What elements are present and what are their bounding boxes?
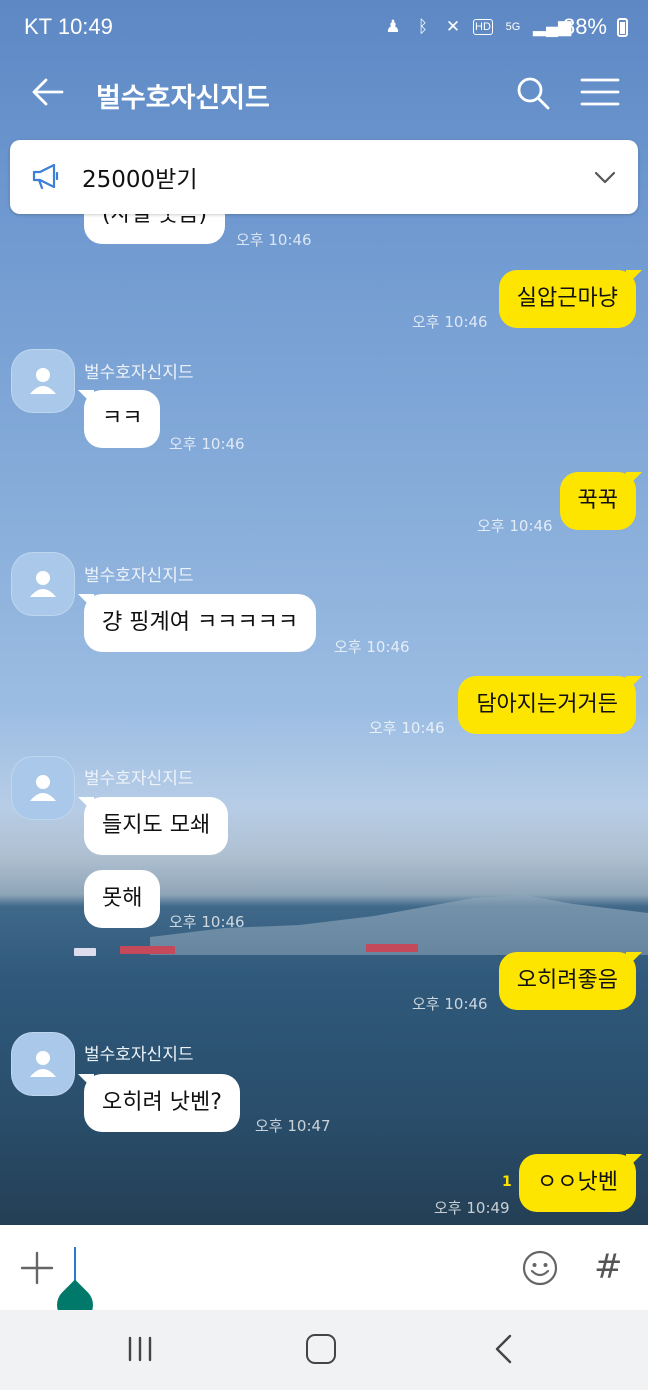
default-profile-icon xyxy=(30,368,56,394)
notice-text: 25000받기 xyxy=(82,167,198,193)
search-icon[interactable] xyxy=(514,74,552,112)
recent-apps-icon[interactable] xyxy=(127,1336,153,1362)
message-time: 오후 10:46 xyxy=(412,995,488,1013)
battery-percent: 88% xyxy=(562,14,607,39)
message-time: 오후 10:46 xyxy=(477,517,553,535)
mute-icon: ✕ xyxy=(445,17,461,36)
message-time: 오후 10:46 xyxy=(412,313,488,331)
plus-icon[interactable] xyxy=(20,1251,54,1285)
message-time: 오후 10:46 xyxy=(169,435,245,453)
avatar[interactable] xyxy=(11,552,75,616)
notice-banner[interactable]: 25000받기 xyxy=(10,140,638,214)
megaphone-icon xyxy=(32,163,59,190)
sender-name: 벌수호자신지드 xyxy=(84,363,194,383)
message-time: 오후 10:46 xyxy=(369,719,445,737)
battery-icon xyxy=(617,17,628,37)
signal-icon: ▂▄▆ xyxy=(532,17,572,36)
message-input[interactable] xyxy=(70,1240,500,1295)
message-bubble-out[interactable]: 오히려좋음 xyxy=(498,952,636,1010)
bluetooth-icon: ᛒ xyxy=(417,17,429,36)
status-icons: ♟ ᛒ ✕ HD 5G ▂▄▆ 88% xyxy=(383,14,628,40)
message-bubble-in[interactable]: 들지도 모쇄 xyxy=(84,797,229,855)
sender-name: 벌수호자신지드 xyxy=(84,566,194,586)
avatar[interactable] xyxy=(11,1032,75,1096)
system-nav-bar xyxy=(0,1310,648,1390)
carrier-time: KT 10:49 xyxy=(24,14,113,39)
message-time: 오후 10:47 xyxy=(255,1117,331,1135)
home-icon[interactable] xyxy=(306,1334,336,1364)
message-bubble-out[interactable]: ㅇㅇ낫벤 xyxy=(519,1154,636,1212)
default-profile-icon xyxy=(30,571,56,597)
message-input-bar: # xyxy=(0,1225,648,1331)
hashtag-button[interactable]: # xyxy=(594,1247,623,1287)
emoji-icon[interactable] xyxy=(521,1249,559,1287)
default-profile-icon xyxy=(30,1051,56,1077)
default-profile-icon xyxy=(30,775,56,801)
back-arrow-icon[interactable] xyxy=(30,74,66,110)
message-list[interactable]: (사실 웃음) 오후 10:46 실압근마냥 오후 10:46 벌수호자신지드 … xyxy=(0,214,648,1225)
avatar[interactable] xyxy=(11,349,75,413)
avatar[interactable] xyxy=(11,756,75,820)
message-bubble-in[interactable]: 오히려 낫벤? xyxy=(84,1074,240,1132)
hamburger-menu-icon[interactable] xyxy=(580,76,620,108)
sender-name: 벌수호자신지드 xyxy=(84,1045,194,1065)
message-time: 오후 10:49 xyxy=(434,1199,510,1217)
status-bar: KT 10:49 ♟ ᛒ ✕ HD 5G ▂▄▆ 88% xyxy=(0,0,648,54)
message-bubble-in[interactable]: 걍 핑계여 ㅋㅋㅋㅋㅋ xyxy=(84,594,317,652)
message-bubble-in[interactable]: 못해 xyxy=(84,870,161,928)
hd-icon: HD xyxy=(472,19,493,35)
message-bubble-out[interactable]: 담아지는거거든 xyxy=(458,676,636,734)
accessibility-icon: ♟ xyxy=(385,17,401,36)
chat-header: 벌수호자신지드 xyxy=(0,54,648,134)
chat-title: 벌수호자신지드 xyxy=(96,83,270,114)
sender-name: 벌수호자신지드 xyxy=(84,769,194,789)
back-icon[interactable] xyxy=(494,1334,512,1364)
message-bubble-out[interactable]: 꾹꾹 xyxy=(559,472,636,530)
message-bubble-out[interactable]: 실압근마냥 xyxy=(498,270,636,328)
chevron-down-icon[interactable] xyxy=(594,166,616,188)
message-time: 오후 10:46 xyxy=(334,638,410,656)
message-bubble-in[interactable]: (사실 웃음) xyxy=(84,214,226,244)
message-time: 오후 10:46 xyxy=(169,913,245,931)
unread-count: 1 xyxy=(502,1174,512,1190)
network-5g-icon: 5G xyxy=(505,21,521,33)
message-bubble-in[interactable]: ㅋㅋ xyxy=(84,390,161,448)
message-time: 오후 10:46 xyxy=(236,231,312,249)
